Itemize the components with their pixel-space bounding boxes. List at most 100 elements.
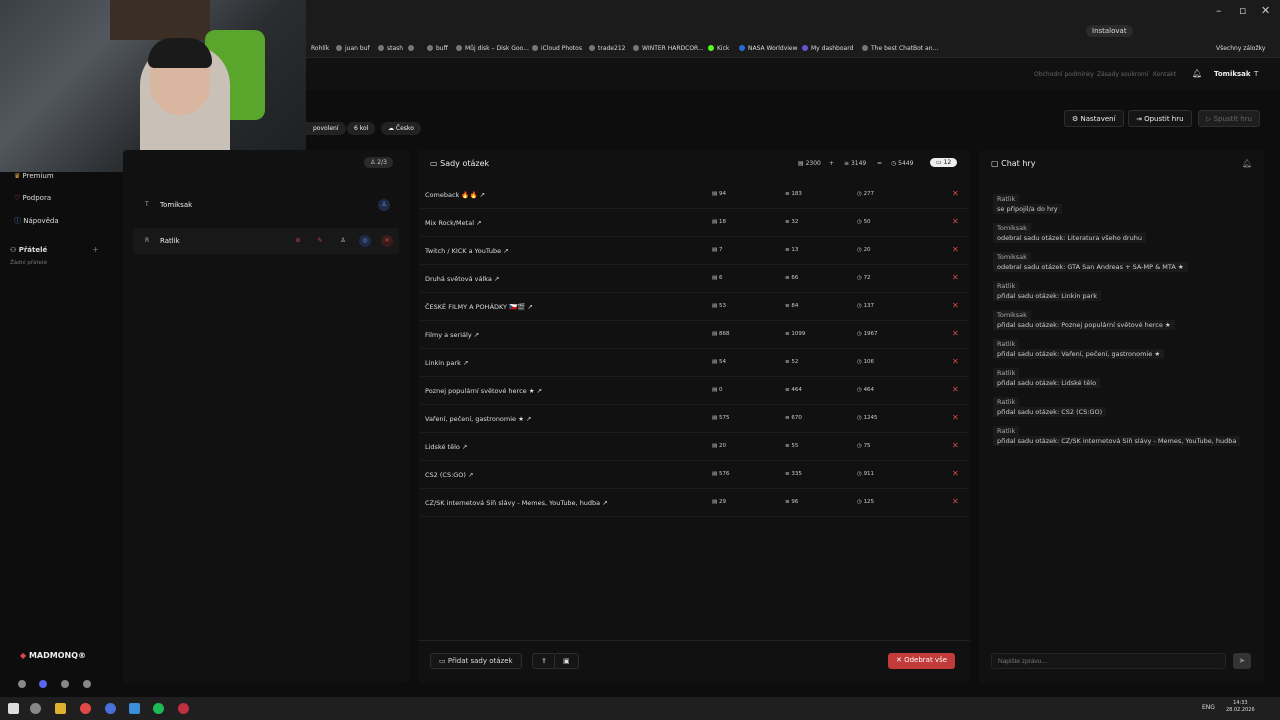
tiktok-icon[interactable]	[18, 680, 26, 688]
bookmark-item[interactable]: WINTER HARDCOR...	[633, 45, 704, 52]
brand-logo[interactable]: ◆ MADMONQ®	[20, 651, 86, 660]
remove-set-icon[interactable]: ✕	[952, 413, 959, 422]
save-button[interactable]: ▣	[554, 653, 579, 669]
bell-icon[interactable]: 🔔︎	[1242, 159, 1252, 168]
set-name[interactable]: Poznej populární světové herce ★ ↗	[425, 387, 542, 395]
send-button[interactable]: ➤	[1233, 653, 1251, 669]
bookmark-item[interactable]: The best ChatBot an...	[862, 45, 938, 52]
app-icon[interactable]	[105, 703, 116, 714]
maximize-button[interactable]: ▫	[1239, 4, 1246, 17]
remove-set-icon[interactable]: ✕	[952, 385, 959, 394]
bookmark-item[interactable]: My dashboard	[802, 45, 853, 52]
external-link-icon[interactable]: ↗	[463, 359, 468, 367]
windows-start-icon[interactable]	[8, 703, 19, 714]
remove-set-icon[interactable]: ✕	[952, 357, 959, 366]
external-link-icon[interactable]: ↗	[476, 219, 481, 227]
nav-friends[interactable]: ⚇ Přátelé	[10, 246, 47, 254]
steam-icon[interactable]	[129, 703, 140, 714]
bookmark-icon	[336, 45, 342, 51]
set-name[interactable]: Druhá světová válka ↗	[425, 275, 499, 283]
remove-set-icon[interactable]: ✕	[952, 273, 959, 282]
remove-set-icon[interactable]: ✕	[952, 497, 959, 506]
chat-input[interactable]	[991, 653, 1226, 669]
add-sets-button[interactable]: ▭ Přidat sady otázek	[430, 653, 522, 669]
nav-support[interactable]: ♡ Podpora	[14, 194, 51, 202]
set-name[interactable]: CS2 (CS:GO) ↗	[425, 471, 473, 479]
set-name[interactable]: Twitch / KICK a YouTube ↗	[425, 247, 509, 255]
chat-message: Ratlik přidal sadu otázek: Linkin park	[993, 281, 1251, 301]
bookmark-item[interactable]: Rohlík	[311, 45, 329, 52]
remove-set-icon[interactable]: ✕	[952, 217, 959, 226]
set-name[interactable]: Comeback 🔥🔥 ↗	[425, 191, 485, 199]
start-game-button[interactable]: ▷ Spustit hru	[1198, 110, 1260, 127]
leave-game-button[interactable]: ⇥ Opustit hru	[1128, 110, 1192, 127]
external-link-icon[interactable]: ↗	[527, 303, 532, 311]
nav-help[interactable]: ⓘ Nápověda	[14, 216, 59, 226]
discord-icon[interactable]	[39, 680, 47, 688]
bookmark-item[interactable]: Můj disk – Disk Goo...	[456, 45, 529, 52]
set-name[interactable]: CZ/SK internetová Síň slávy - Memes, You…	[425, 499, 608, 507]
avatar[interactable]: T	[1254, 70, 1258, 78]
language-indicator[interactable]: ENG	[1202, 704, 1215, 711]
set-name[interactable]: Filmy a seriály ↗	[425, 331, 479, 339]
bookmark-item[interactable]: Kick	[708, 45, 729, 52]
user-name[interactable]: Tomiksak	[1214, 70, 1251, 78]
bookmark-item[interactable]: stash	[378, 45, 403, 52]
contact-link[interactable]: Kontakt	[1153, 71, 1176, 78]
set-name[interactable]: Lidské tělo ↗	[425, 443, 467, 451]
remove-set-icon[interactable]: ✕	[952, 469, 959, 478]
nav-premium[interactable]: ♛ Premium	[14, 172, 54, 180]
terms-link[interactable]: Obchodní podmínky	[1034, 71, 1094, 78]
external-link-icon[interactable]: ↗	[526, 415, 531, 423]
mute-icon[interactable]: ⊘	[292, 235, 304, 247]
search-icon[interactable]	[30, 703, 41, 714]
remove-set-icon[interactable]: ✕	[952, 245, 959, 254]
remove-player-icon[interactable]: ✕	[381, 235, 393, 247]
set-name[interactable]: ČESKÉ FILMY A POHÁDKY 🇨🇿🎬 ↗	[425, 303, 533, 311]
external-link-icon[interactable]: ↗	[474, 331, 479, 339]
kick-player-icon[interactable]: ✎	[314, 235, 326, 247]
clock[interactable]: 14:33 28.02.2026	[1226, 700, 1255, 714]
privacy-link[interactable]: Zásady soukromí	[1097, 71, 1148, 78]
bookmark-item[interactable]: iCloud Photos	[532, 45, 582, 52]
promote-icon[interactable]: ♙	[337, 235, 349, 247]
external-link-icon[interactable]: ↗	[503, 247, 508, 255]
folder-icon[interactable]	[55, 703, 66, 714]
bookmark-item[interactable]: juan buf	[336, 45, 370, 52]
minimize-button[interactable]: –	[1216, 4, 1222, 17]
remove-set-icon[interactable]: ✕	[952, 329, 959, 338]
external-link-icon[interactable]: ↗	[494, 275, 499, 283]
message-author: Tomiksak	[993, 252, 1031, 262]
spotify-icon[interactable]	[153, 703, 164, 714]
facebook-icon[interactable]	[83, 680, 91, 688]
remove-set-icon[interactable]: ✕	[952, 441, 959, 450]
chat-message: Ratlik se připojil/a do hry	[993, 194, 1251, 214]
add-friend-button[interactable]: +	[92, 245, 99, 254]
upload-button[interactable]: ⇪	[532, 653, 556, 669]
external-link-icon[interactable]: ↗	[537, 387, 542, 395]
external-link-icon[interactable]: ↗	[462, 443, 467, 451]
external-link-icon[interactable]: ↗	[468, 471, 473, 479]
bell-icon[interactable]: 🔔︎	[1192, 69, 1202, 78]
bookmark-item[interactable]	[408, 45, 417, 52]
set-name[interactable]: Mix Rock/Metal ↗	[425, 219, 482, 227]
all-bookmarks[interactable]: Všechny záložky	[1216, 45, 1265, 52]
set-name[interactable]: Vaření, pečení, gastronomie ★ ↗	[425, 415, 531, 423]
install-app-button[interactable]: Instalovat	[1086, 25, 1133, 37]
bookmark-item[interactable]: trade212	[589, 45, 625, 52]
remove-set-icon[interactable]: ✕	[952, 189, 959, 198]
set-name[interactable]: Linkin park ↗	[425, 359, 468, 367]
set-count-b: ≡ 13	[785, 247, 799, 253]
close-window-button[interactable]: ✕	[1261, 4, 1270, 17]
ban-icon[interactable]: ◎	[359, 235, 371, 247]
settings-button[interactable]: ⚙ Nastavení	[1064, 110, 1124, 127]
remove-all-button[interactable]: ✕ Odebrat vše	[888, 653, 956, 669]
app-icon[interactable]	[178, 703, 189, 714]
bookmark-item[interactable]: NASA Worldview	[739, 45, 798, 52]
bookmark-item[interactable]: buff	[427, 45, 448, 52]
external-link-icon[interactable]: ↗	[602, 499, 607, 507]
external-link-icon[interactable]: ↗	[480, 191, 485, 199]
instagram-icon[interactable]	[61, 680, 69, 688]
remove-set-icon[interactable]: ✕	[952, 301, 959, 310]
chrome-icon[interactable]	[80, 703, 91, 714]
